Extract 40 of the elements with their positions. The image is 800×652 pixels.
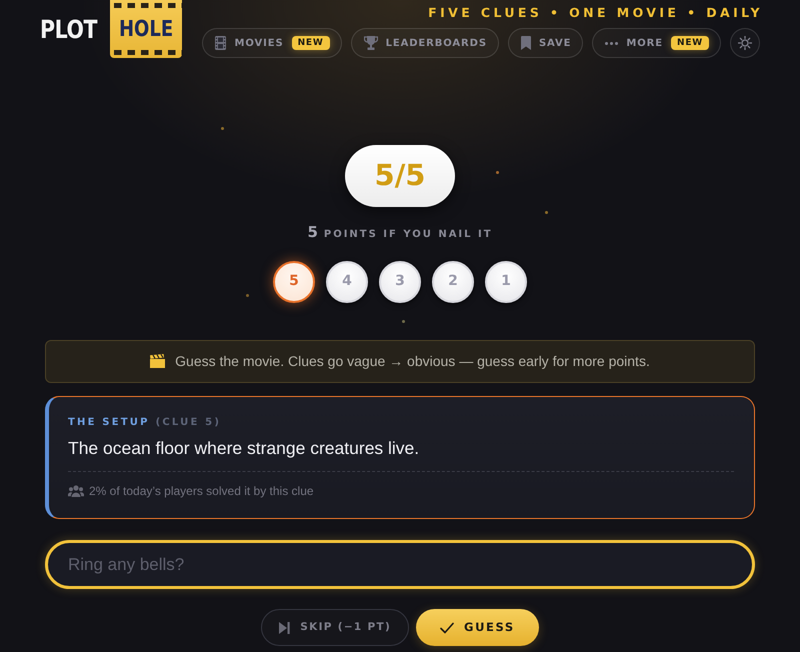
nav-pill-button[interactable]: MORE NEW <box>592 28 721 58</box>
clue-number: (CLUE 5) <box>156 416 222 428</box>
score-pill: 5/5 <box>345 145 455 207</box>
new-badge: NEW <box>670 36 709 50</box>
clue-step-button[interactable]: 1 <box>485 260 527 302</box>
clue-text: The ocean floor where strange creatures live. <box>68 436 420 460</box>
tagline: FIVE CLUES • ONE MOVIE • DAILY <box>428 5 763 20</box>
solve-stat-text: 2% of today’s players solved it by this clue <box>89 483 314 500</box>
logo-film-tile: HOLE <box>110 0 182 58</box>
particle-icon <box>221 127 224 130</box>
nav-pill-button[interactable]: SAVE <box>508 28 584 58</box>
trophy-icon <box>364 36 378 50</box>
clue-step-button[interactable]: 5 <box>273 260 315 302</box>
particle-icon <box>545 211 548 214</box>
check-icon <box>440 622 454 634</box>
logo-wordmark: PLOT <box>40 16 98 42</box>
skip-icon <box>279 622 290 634</box>
particle-icon <box>402 320 405 323</box>
clue-step-button[interactable]: 4 <box>326 260 368 302</box>
film-strip-icon <box>215 36 226 50</box>
skip-button[interactable]: SKIP (−1 PT) <box>261 609 410 646</box>
people-icon <box>68 485 84 498</box>
points-label: POINTS IF YOU NAIL IT <box>324 228 493 242</box>
theme-toggle-button[interactable] <box>730 28 760 58</box>
particle-icon <box>246 294 249 297</box>
guess-input[interactable]: Ring any bells? <box>45 540 755 590</box>
clue-step-button[interactable]: 3 <box>379 260 421 302</box>
bookmark-icon <box>520 36 531 50</box>
particle-icon <box>496 171 499 174</box>
clue-step-button[interactable]: 2 <box>432 260 474 302</box>
clue-title: THE SETUP <box>68 416 150 428</box>
points-value: 5 <box>307 222 318 243</box>
nav-pill-button[interactable]: LEADERBOARDS <box>350 28 499 58</box>
guess-button[interactable]: GUESS <box>416 609 539 646</box>
nav-pill-button[interactable]: MOVIES NEW <box>202 28 342 58</box>
new-badge: NEW <box>292 36 330 50</box>
sun-icon <box>738 36 752 50</box>
clapperboard-icon <box>150 354 166 368</box>
hint-text: Guess the movie. Clues go vague → obvious — guess early for more points. <box>175 352 650 371</box>
more-dots-icon <box>605 42 618 44</box>
